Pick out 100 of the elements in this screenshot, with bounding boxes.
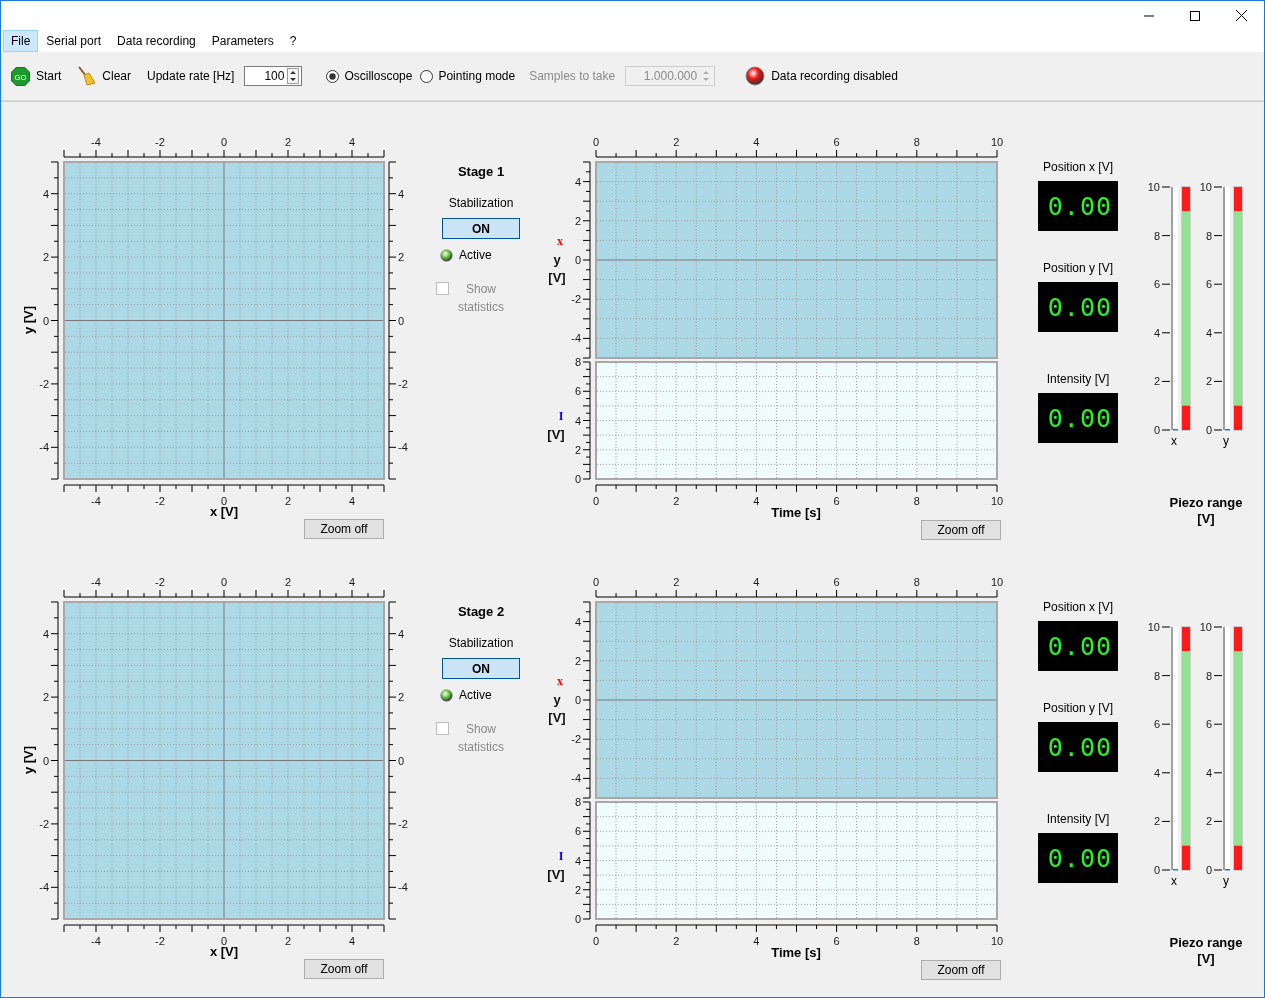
led-icon	[440, 248, 453, 262]
axis-title: y [V]	[548, 252, 566, 285]
tick-label: 0	[1153, 864, 1160, 876]
legend-label: I	[558, 849, 564, 863]
tick-label: 2	[1205, 815, 1212, 828]
tick-label: 2	[673, 576, 680, 588]
axis-label: x	[1171, 874, 1177, 888]
tick-label: 4	[1205, 326, 1212, 339]
led-icon	[745, 66, 766, 86]
menu-item[interactable]: File	[3, 30, 39, 52]
readout-label: Position y [V]	[1043, 701, 1113, 716]
tick-label: 2	[574, 214, 581, 227]
tick-label: 2	[1153, 815, 1160, 828]
tick-label: 8	[1153, 669, 1160, 682]
tick-label: 8	[913, 935, 920, 947]
legend-label: x	[557, 674, 563, 688]
clear-button[interactable]: Clear	[77, 66, 132, 86]
legend-label: x	[557, 234, 563, 248]
mode-radio[interactable]: Oscilloscope	[326, 69, 413, 83]
tick-label: 0	[574, 694, 581, 706]
tick-label: 0	[1153, 424, 1160, 436]
tick-label: 6	[833, 935, 840, 947]
tick-label: -4	[91, 136, 101, 148]
tick-label: -4	[91, 576, 101, 588]
tick-label: 10	[990, 935, 1004, 947]
tick-label: 2	[42, 691, 49, 704]
axis-label: x	[1171, 434, 1177, 448]
menu-item[interactable]: ?	[281, 30, 305, 52]
tick-label: 6	[833, 576, 840, 588]
tick-label: 2	[574, 443, 581, 456]
axis-label: y	[1223, 434, 1229, 448]
zoom-off-button[interactable]: Zoom off	[304, 519, 384, 539]
menu-item[interactable]: Parameters	[203, 30, 282, 52]
tick-label: 2	[1153, 375, 1160, 388]
tick-label: -4	[571, 332, 581, 345]
tick-label: 4	[348, 935, 356, 947]
tick-label: 0	[42, 754, 49, 767]
tick-label: 2	[398, 251, 405, 264]
zoom-off-button[interactable]: Zoom off	[921, 520, 1001, 540]
tick-label: 2	[574, 883, 581, 896]
lcd-display: 0.00	[1038, 621, 1118, 671]
tick-label: 10	[1199, 621, 1212, 633]
tick-label: 2	[284, 495, 292, 507]
tick-label: 10	[990, 495, 1004, 507]
tick-label: -4	[398, 881, 408, 894]
stabilization-toggle[interactable]: ON	[442, 658, 520, 679]
tick-label: 2	[673, 136, 680, 148]
start-button[interactable]: GO Start	[11, 66, 62, 86]
mode-radio[interactable]: Pointing mode	[420, 69, 516, 83]
update-rate-spinbox[interactable]: 100	[244, 66, 303, 86]
axis-title: y [V]	[21, 305, 36, 335]
tick-label: 0	[220, 935, 228, 947]
lcd-display: 0.00	[1038, 181, 1118, 231]
tick-label: 0	[592, 136, 600, 148]
radio-icon	[420, 69, 434, 83]
stabilization-label: Stabilization	[448, 196, 514, 210]
tick-label: 6	[574, 385, 581, 398]
zoom-off-button[interactable]: Zoom off	[921, 960, 1001, 980]
lcd-display: 0.00	[1038, 282, 1118, 332]
tick-label: 4	[348, 495, 356, 507]
go-sign-icon: GO	[11, 66, 30, 86]
active-label: Active	[459, 248, 492, 262]
zoom-off-button[interactable]: Zoom off	[304, 959, 384, 979]
tick-label: -4	[91, 495, 101, 507]
tick-label: 0	[42, 314, 49, 327]
tick-label: -2	[155, 935, 165, 947]
axis-title: Time [s]	[771, 945, 821, 960]
tick-label: -4	[398, 441, 408, 454]
tick-label: -2	[155, 576, 165, 588]
tick-label: 4	[398, 187, 405, 200]
tick-label: 0	[592, 495, 600, 507]
tick-label: 4	[42, 187, 49, 200]
tick-label: -4	[39, 881, 49, 894]
statistics-label: Show statistics	[457, 281, 505, 316]
tick-label: 2	[574, 654, 581, 667]
axis-title: [V]	[547, 427, 565, 442]
tick-label: 0	[220, 495, 228, 507]
tick-label: 6	[1205, 278, 1212, 291]
tick-label: 4	[574, 854, 581, 867]
axis-title: y [V]	[548, 692, 566, 725]
menu-item[interactable]: Data recording	[109, 30, 204, 52]
menu-item[interactable]: Serial port	[38, 30, 110, 52]
lcd-display: 0.00	[1038, 393, 1118, 443]
tick-label: 0	[574, 254, 581, 266]
stabilization-label: Stabilization	[448, 636, 514, 650]
tick-label: 2	[398, 691, 405, 704]
tick-label: -2	[571, 733, 581, 746]
stabilization-toggle[interactable]: ON	[442, 218, 520, 239]
tick-label: 0	[398, 314, 405, 327]
axis-title: y [V]	[21, 745, 36, 775]
tick-label: 6	[1153, 278, 1160, 291]
tick-label: 10	[990, 136, 1004, 148]
maximize-icon	[1190, 10, 1200, 21]
samples-label: Samples to take	[529, 69, 616, 83]
tick-label: -2	[571, 293, 581, 306]
lcd-display: 0.00	[1038, 833, 1118, 883]
tick-label: 8	[1153, 229, 1160, 242]
tick-label: 8	[1205, 669, 1212, 682]
broom-icon	[77, 66, 97, 86]
statistics-label: Show statistics	[457, 721, 505, 756]
